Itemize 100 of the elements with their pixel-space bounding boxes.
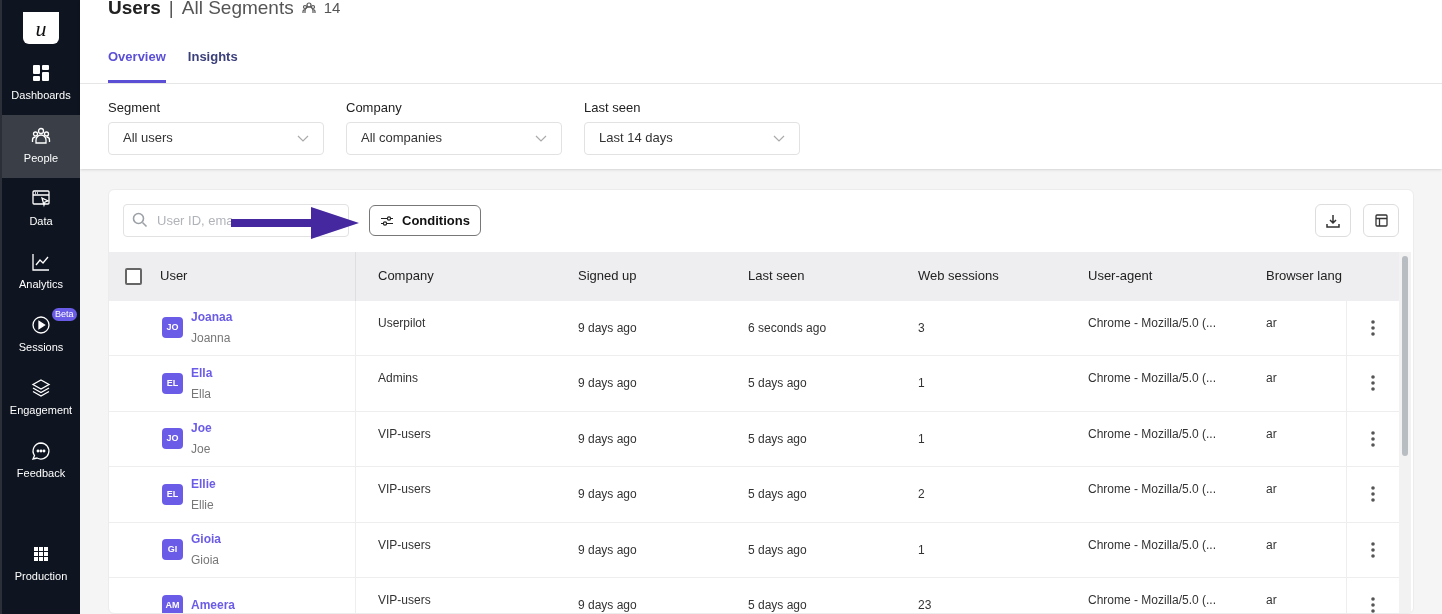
user-avatar: GI bbox=[162, 539, 183, 561]
user-link[interactable]: Ella bbox=[191, 363, 213, 382]
user-link[interactable]: Ellie bbox=[191, 474, 216, 493]
user-avatar: AM bbox=[162, 594, 183, 613]
user-subname: Joe bbox=[191, 441, 212, 459]
table-cell-text: ar bbox=[1266, 592, 1277, 610]
column-header[interactable]: Company bbox=[378, 266, 434, 286]
table-cell-text: Admins bbox=[378, 370, 418, 388]
column-header[interactable]: User-agent bbox=[1088, 266, 1153, 286]
user-avatar: EL bbox=[162, 483, 183, 505]
people-icon bbox=[31, 126, 51, 147]
column-header[interactable]: Last seen bbox=[748, 266, 805, 286]
table-cell-text: Chrome - Mozilla/5.0 (... bbox=[1088, 536, 1217, 554]
column-header[interactable]: Signed up bbox=[578, 266, 637, 286]
more-options-icon[interactable] bbox=[1371, 319, 1375, 336]
download-button[interactable] bbox=[1315, 204, 1351, 237]
table-cell-text: ar bbox=[1266, 536, 1277, 554]
table-cell-text: VIP-users bbox=[378, 481, 431, 499]
nav-item[interactable]: Dashboards bbox=[2, 52, 80, 115]
play-icon bbox=[31, 315, 51, 336]
table-cell-text: 5 days ago bbox=[748, 597, 807, 613]
scrollbar[interactable] bbox=[1399, 251, 1411, 613]
column-header[interactable]: Web sessions bbox=[918, 266, 999, 286]
table-cell-text: VIP-users bbox=[378, 592, 431, 610]
table-cell-text: 6 seconds ago bbox=[748, 319, 827, 337]
user-avatar: JO bbox=[162, 428, 183, 450]
user-link[interactable]: Gioia bbox=[191, 530, 221, 549]
nav-item[interactable]: Engagement bbox=[2, 367, 80, 430]
logo[interactable]: u bbox=[23, 12, 59, 44]
table-cell-text: 9 days ago bbox=[578, 375, 637, 393]
nav-item[interactable]: Production bbox=[2, 533, 80, 596]
title-separator: | bbox=[168, 0, 174, 20]
chevron-down-icon bbox=[535, 134, 547, 142]
chevron-down-icon bbox=[297, 134, 309, 142]
table-cell-text: Userpilot bbox=[378, 314, 426, 332]
user-avatar: EL bbox=[162, 372, 183, 394]
dashboard-icon bbox=[31, 63, 51, 84]
page-title: Users bbox=[108, 0, 161, 20]
tab[interactable]: Overview bbox=[108, 34, 166, 83]
table-cell-text: Chrome - Mozilla/5.0 (... bbox=[1088, 481, 1217, 499]
table-cell-text: 1 bbox=[918, 375, 925, 393]
sliders-icon bbox=[380, 214, 394, 227]
table-cell-text: Chrome - Mozilla/5.0 (... bbox=[1088, 592, 1217, 610]
nav-item[interactable]: Analytics bbox=[2, 241, 80, 304]
columns-button[interactable] bbox=[1363, 204, 1399, 237]
user-subname: Ellie bbox=[191, 496, 215, 514]
table-cell-text: ar bbox=[1266, 425, 1277, 443]
nav-item[interactable]: Data bbox=[2, 178, 80, 241]
user-subname: Joanna bbox=[191, 330, 232, 348]
column-header[interactable]: User bbox=[160, 266, 188, 286]
table-cell-text: ar bbox=[1266, 481, 1277, 499]
more-options-icon[interactable] bbox=[1371, 541, 1375, 558]
more-options-icon[interactable] bbox=[1371, 430, 1375, 447]
table-cell-text: 9 days ago bbox=[578, 430, 637, 448]
filter-dropdown[interactable]: Last 14 days bbox=[584, 121, 800, 155]
more-options-icon[interactable] bbox=[1371, 375, 1375, 392]
filter-label: Last seen bbox=[584, 99, 642, 117]
table-cell-text: VIP-users bbox=[378, 425, 431, 443]
nav-item[interactable]: People bbox=[2, 115, 80, 178]
user-count: 14 bbox=[323, 0, 341, 18]
tab[interactable]: Insights bbox=[187, 34, 238, 83]
column-header[interactable]: Browser lang bbox=[1266, 266, 1342, 286]
filter-label: Company bbox=[346, 99, 403, 117]
nav-item[interactable]: Feedback bbox=[2, 430, 80, 493]
user-subname: Ella bbox=[191, 385, 212, 403]
segment-title: All Segments bbox=[181, 0, 294, 20]
table-cell-text: 5 days ago bbox=[748, 486, 807, 504]
user-subname: Gioia bbox=[191, 552, 220, 570]
user-link[interactable]: Joe bbox=[191, 419, 212, 438]
table-cell-text: 1 bbox=[918, 541, 925, 559]
checkbox[interactable] bbox=[125, 267, 142, 285]
user-link[interactable]: Joanaa bbox=[191, 308, 233, 327]
table-cell-text: 9 days ago bbox=[578, 319, 637, 337]
table-cell-text: Chrome - Mozilla/5.0 (... bbox=[1088, 370, 1217, 388]
filter-dropdown[interactable]: All companies bbox=[346, 121, 562, 155]
user-link[interactable]: Ameera bbox=[191, 596, 236, 613]
more-options-icon[interactable] bbox=[1371, 597, 1375, 613]
chevron-down-icon bbox=[773, 134, 785, 142]
table-icon bbox=[1374, 214, 1388, 227]
filter-dropdown[interactable]: All users bbox=[108, 121, 324, 155]
more-options-icon[interactable] bbox=[1371, 486, 1375, 503]
table-cell-text: ar bbox=[1266, 370, 1277, 388]
chat-icon bbox=[31, 441, 51, 462]
user-avatar: JO bbox=[162, 317, 183, 339]
conditions-button[interactable]: Conditions bbox=[369, 205, 481, 236]
table-cell-text: 5 days ago bbox=[748, 430, 807, 448]
table-cell-text: 5 days ago bbox=[748, 375, 807, 393]
table-cell-text: 3 bbox=[918, 319, 925, 337]
filter-label: Segment bbox=[108, 99, 162, 117]
table-cell-text: 9 days ago bbox=[578, 541, 637, 559]
table-cell-text: 5 days ago bbox=[748, 541, 807, 559]
table-cell-text: VIP-users bbox=[378, 536, 431, 554]
table-cell-text: 23 bbox=[918, 597, 932, 613]
table-cell-text: 1 bbox=[918, 430, 925, 448]
search-icon bbox=[132, 212, 148, 228]
table-cell-text: ar bbox=[1266, 314, 1277, 332]
download-icon bbox=[1326, 213, 1340, 228]
nav-item[interactable]: Beta Sessions bbox=[2, 304, 80, 367]
table-cell-text: 9 days ago bbox=[578, 486, 637, 504]
line-chart-icon bbox=[31, 252, 51, 273]
